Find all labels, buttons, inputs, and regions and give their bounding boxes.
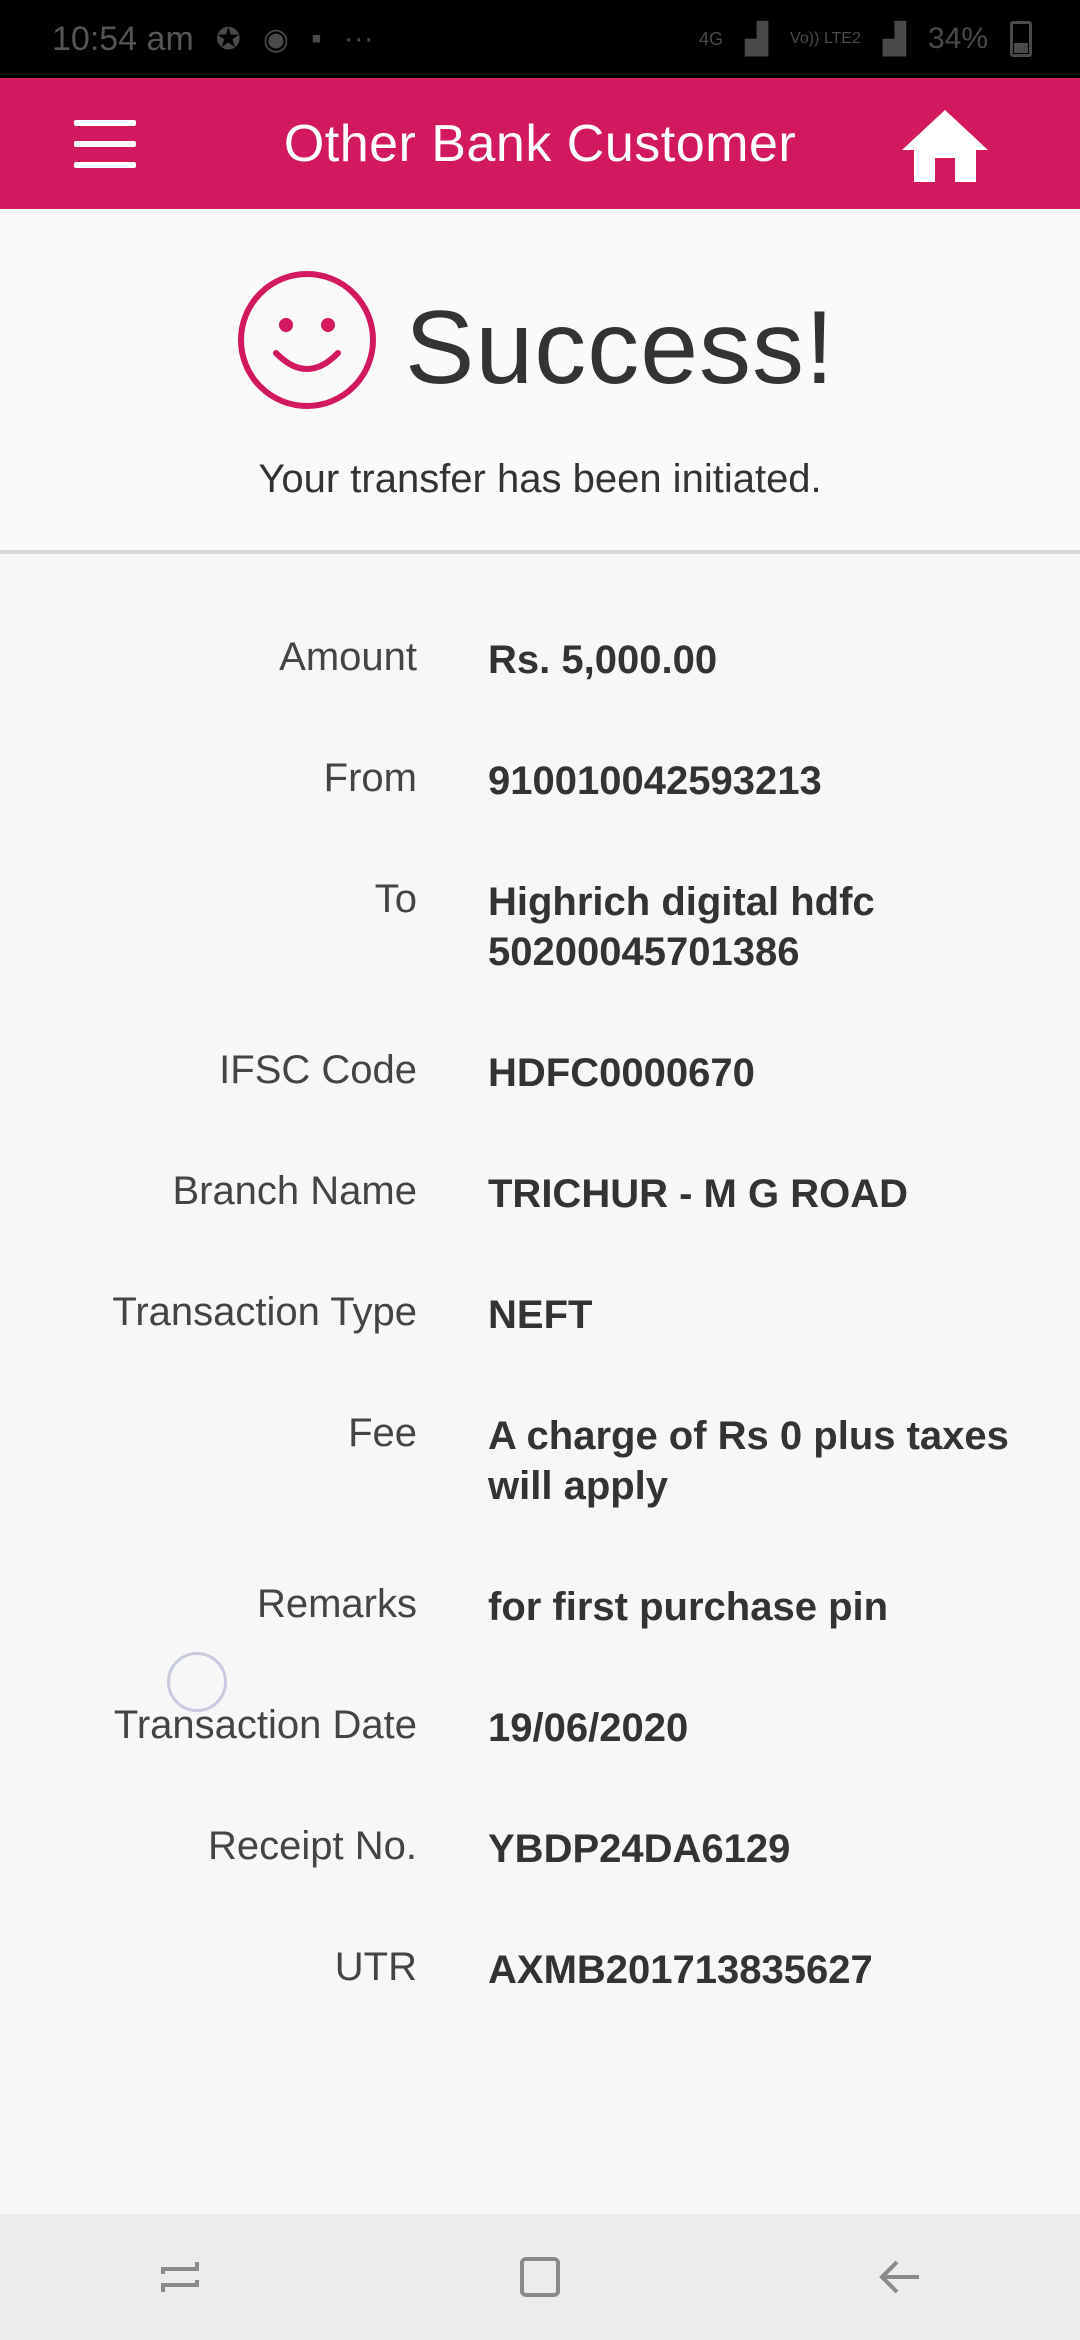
battery-percent: 34% xyxy=(927,22,988,55)
detail-value: TRICHUR - M G ROAD xyxy=(488,1172,908,1216)
home-icon[interactable] xyxy=(900,108,990,184)
detail-label: Transaction Type xyxy=(112,1290,417,1334)
detail-label: Transaction Date xyxy=(113,1703,417,1747)
detail-label: Amount xyxy=(279,635,417,679)
network-type: 4G xyxy=(698,28,723,49)
aperture-icon: ✪ xyxy=(215,22,241,56)
status-left: 10:54 am ✪ ◉ ▪ ··· xyxy=(52,20,374,59)
success-message: Your transfer has been initiated. xyxy=(258,457,822,501)
signal-icon: ▟ xyxy=(744,22,769,56)
detail-label: IFSC Code xyxy=(219,1048,417,1092)
detail-label: From xyxy=(323,756,417,800)
detail-value: Rs. 5,000.00 xyxy=(488,638,718,682)
touch-indicator xyxy=(167,1652,227,1712)
volte-indicator: Vo)) LTE2 xyxy=(790,30,861,47)
signal-2-icon: ▟ xyxy=(882,22,906,56)
message-icon: ▪ xyxy=(311,22,322,55)
battery-icon xyxy=(1010,21,1032,57)
more-notifications-icon: ··· xyxy=(343,22,374,55)
detail-value: HDFC0000670 xyxy=(488,1051,755,1095)
status-time: 10:54 am xyxy=(52,19,194,58)
smiley-icon xyxy=(236,269,378,411)
detail-value: Highrich digital hdfc 50200045701386 xyxy=(488,877,1028,977)
detail-value-line: 50200045701386 xyxy=(488,930,800,974)
success-title: Success! xyxy=(405,290,835,406)
detail-value: AXMB201713835627 xyxy=(488,1948,873,1992)
detail-value-line: will apply xyxy=(488,1464,669,1508)
detail-label: To xyxy=(374,877,417,921)
detail-value: 910010042593213 xyxy=(488,759,822,803)
app-bar: Other Bank Customer xyxy=(0,78,1080,209)
status-right: 4G ▟ Vo)) LTE2 ▟ 34% xyxy=(699,21,1032,57)
home-nav-icon[interactable] xyxy=(500,2237,580,2317)
detail-label: Receipt No. xyxy=(208,1824,417,1868)
chrome-icon: ◉ xyxy=(262,22,290,56)
detail-label: Branch Name xyxy=(172,1169,417,1213)
detail-value: NEFT xyxy=(488,1293,593,1337)
detail-label: Remarks xyxy=(256,1582,417,1626)
detail-value-line: A charge of Rs 0 plus taxes xyxy=(488,1414,1009,1458)
status-bar: 10:54 am ✪ ◉ ▪ ··· 4G ▟ Vo)) LTE2 ▟ 34% xyxy=(0,0,1080,78)
system-nav-bar xyxy=(0,2214,1080,2340)
detail-value: 19/06/2020 xyxy=(488,1706,689,1750)
success-banner: Success! Your transfer has been initiate… xyxy=(0,209,1080,554)
detail-label: Fee xyxy=(348,1411,417,1455)
recent-apps-icon[interactable] xyxy=(140,2237,220,2317)
back-icon[interactable] xyxy=(860,2237,940,2317)
detail-value: YBDP24DA6129 xyxy=(488,1827,791,1871)
detail-label: UTR xyxy=(334,1945,417,1989)
detail-value: for first purchase pin xyxy=(488,1585,889,1629)
detail-value-line: Highrich digital hdfc xyxy=(488,880,875,924)
detail-value: A charge of Rs 0 plus taxes will apply xyxy=(488,1411,1028,1511)
